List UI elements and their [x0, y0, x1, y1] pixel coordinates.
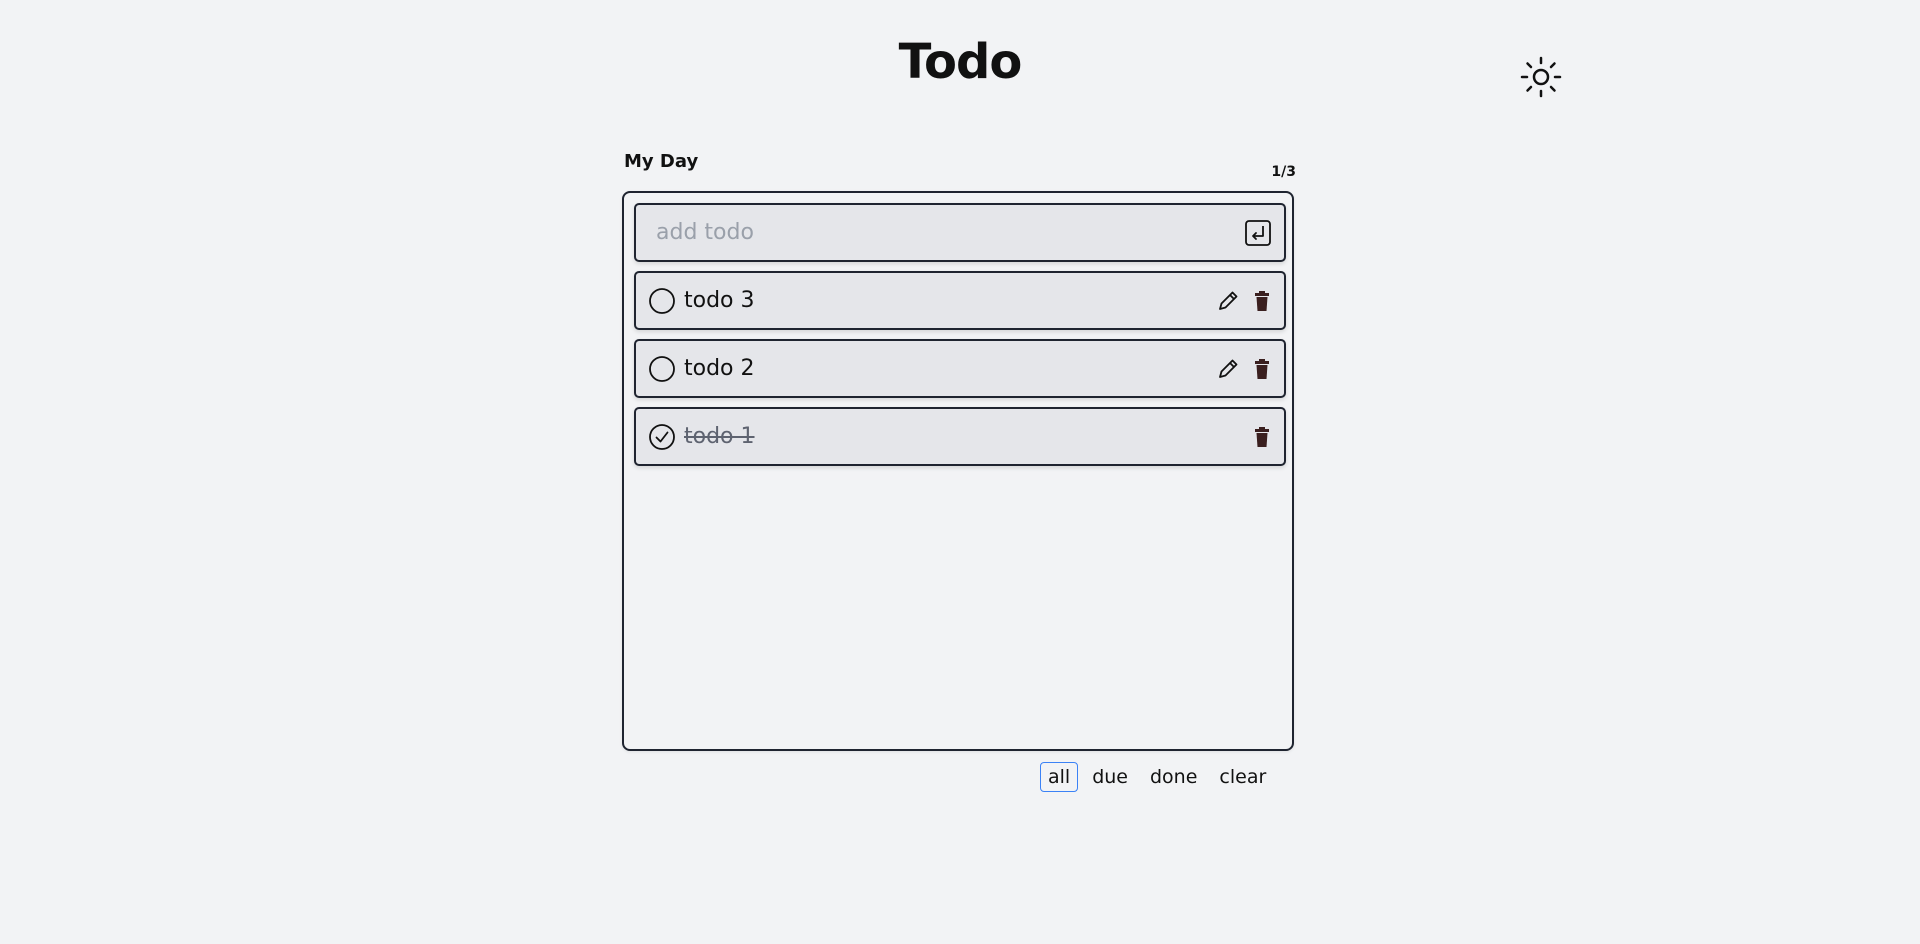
todo-text[interactable]: todo 3 [684, 273, 755, 328]
sun-icon [1520, 56, 1562, 98]
todo-item: todo 1 [634, 407, 1286, 466]
pencil-icon [1219, 359, 1238, 378]
trash-icon [1255, 359, 1269, 379]
pencil-icon [1219, 291, 1238, 310]
todo-item: todo 3 [634, 271, 1286, 330]
delete-todo-button[interactable] [1248, 287, 1276, 315]
app-title: Todo [898, 34, 1023, 90]
todo-checkbox[interactable] [648, 287, 676, 315]
add-todo-input[interactable] [636, 205, 1216, 260]
filter-done-button[interactable]: done [1142, 762, 1205, 792]
list-title: My Day [624, 151, 699, 172]
todo-text[interactable]: todo 1 [684, 409, 755, 464]
edit-todo-button[interactable] [1214, 287, 1242, 315]
delete-todo-button[interactable] [1248, 423, 1276, 451]
todo-counter: 1/3 [1271, 164, 1296, 180]
enter-icon [1245, 220, 1271, 246]
circle-unchecked-icon [649, 288, 675, 314]
filter-bar: all due done clear [1040, 762, 1274, 794]
edit-todo-button[interactable] [1214, 355, 1242, 383]
add-todo-button[interactable] [1244, 219, 1272, 247]
theme-toggle-button[interactable] [1520, 56, 1562, 98]
trash-icon [1255, 291, 1269, 311]
circle-checked-icon [649, 424, 675, 450]
todo-text[interactable]: todo 2 [684, 341, 755, 396]
trash-icon [1255, 427, 1269, 447]
todo-item: todo 2 [634, 339, 1286, 398]
todo-panel: todo 3 todo 2 [622, 191, 1294, 751]
circle-unchecked-icon [649, 356, 675, 382]
add-todo-row [634, 203, 1286, 262]
clear-button[interactable]: clear [1211, 762, 1274, 792]
delete-todo-button[interactable] [1248, 355, 1276, 383]
todo-checkbox[interactable] [648, 423, 676, 451]
filter-due-button[interactable]: due [1084, 762, 1136, 792]
todo-checkbox[interactable] [648, 355, 676, 383]
filter-all-button[interactable]: all [1040, 762, 1079, 792]
